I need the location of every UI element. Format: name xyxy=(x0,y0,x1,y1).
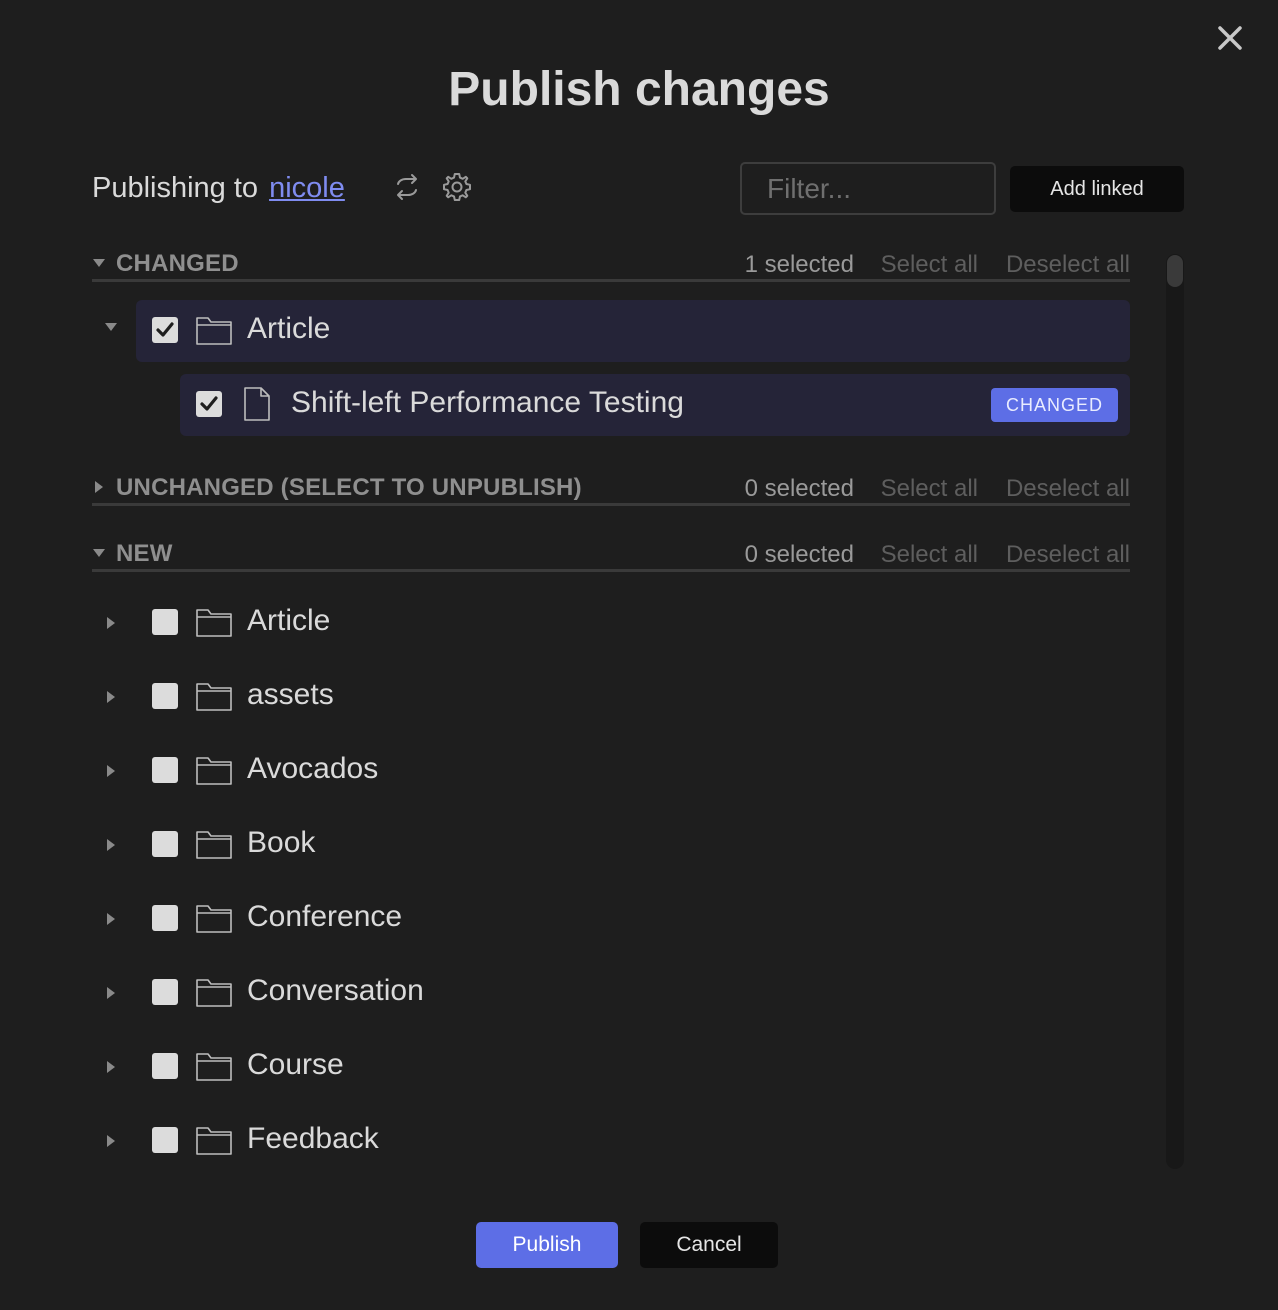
publishing-prefix: Publishing to xyxy=(92,171,259,204)
checkbox[interactable] xyxy=(152,609,178,635)
close-icon xyxy=(1218,26,1242,50)
item-label: Feedback xyxy=(247,1122,379,1155)
checkbox[interactable] xyxy=(152,757,178,783)
section-title: UNCHANGED (SELECT TO UNPUBLISH) xyxy=(116,474,582,501)
expand-triangle-icon[interactable] xyxy=(104,764,118,778)
select-all-link[interactable]: Select all xyxy=(881,475,978,503)
item-label: Article xyxy=(247,604,331,637)
folder-icon xyxy=(196,831,232,859)
checkbox[interactable] xyxy=(152,1053,178,1079)
selected-count: 1 selected xyxy=(744,251,854,278)
collapse-triangle-icon[interactable] xyxy=(92,256,106,270)
checkmark-icon xyxy=(156,322,174,337)
item-label: Avocados xyxy=(247,752,379,785)
select-all-link[interactable]: Select all xyxy=(881,541,978,569)
expand-triangle-icon[interactable] xyxy=(104,320,118,334)
swap-arrows-icon[interactable] xyxy=(392,173,422,201)
item-label: Conversation xyxy=(247,974,424,1007)
document-icon xyxy=(244,387,270,421)
publish-dialog: Publish changes Publishing to nicole Add… xyxy=(0,0,1278,1310)
filter-input[interactable] xyxy=(740,162,996,215)
item-label: Book xyxy=(247,826,316,859)
publish-button[interactable]: Publish xyxy=(476,1222,618,1268)
expand-triangle-icon[interactable] xyxy=(104,690,118,704)
dialog-title: Publish changes xyxy=(448,63,830,116)
tree-row[interactable]: Article xyxy=(107,592,1130,654)
gear-icon[interactable] xyxy=(441,171,473,203)
add-linked-button[interactable]: Add linked xyxy=(1010,166,1184,212)
folder-icon xyxy=(196,1053,232,1081)
folder-icon xyxy=(196,317,232,345)
close-button[interactable] xyxy=(1212,20,1248,56)
checkbox[interactable] xyxy=(152,831,178,857)
tree-row[interactable]: assets xyxy=(107,666,1130,728)
expand-triangle-icon[interactable] xyxy=(104,616,118,630)
checkbox[interactable] xyxy=(196,391,222,417)
publish-tree: CHANGED 1 selected Select all Deselect a… xyxy=(92,248,1132,1173)
tree-row[interactable]: Course xyxy=(107,1036,1130,1098)
scrollbar-thumb[interactable] xyxy=(1167,255,1183,287)
item-label: Conference xyxy=(247,900,403,933)
tree-row[interactable]: Avocados xyxy=(107,740,1130,802)
expand-triangle-icon[interactable] xyxy=(92,480,106,494)
cancel-button[interactable]: Cancel xyxy=(640,1222,778,1268)
expand-triangle-icon[interactable] xyxy=(104,1060,118,1074)
folder-icon xyxy=(196,757,232,785)
item-label: Shift-left Performance Testing xyxy=(291,386,684,419)
collapse-triangle-icon[interactable] xyxy=(92,546,106,560)
expand-triangle-icon[interactable] xyxy=(104,912,118,926)
checkbox[interactable] xyxy=(152,1127,178,1153)
checkbox[interactable] xyxy=(152,317,178,343)
tree-row[interactable]: Feedback xyxy=(107,1110,1130,1172)
expand-triangle-icon[interactable] xyxy=(104,986,118,1000)
folder-icon xyxy=(196,609,232,637)
deselect-all-link[interactable]: Deselect all xyxy=(1006,541,1130,569)
tree-row[interactable]: Conference xyxy=(107,888,1130,950)
item-label: Article xyxy=(247,312,331,345)
item-label: assets xyxy=(247,678,334,711)
scrollbar-track[interactable] xyxy=(1166,254,1184,1169)
folder-icon xyxy=(196,1127,232,1155)
checkbox[interactable] xyxy=(152,683,178,709)
checkbox[interactable] xyxy=(152,979,178,1005)
publish-target-link[interactable]: nicole xyxy=(269,172,345,205)
section-changed: CHANGED 1 selected Select all Deselect a… xyxy=(92,248,1130,282)
folder-icon xyxy=(196,979,232,1007)
section-unchanged: UNCHANGED (SELECT TO UNPUBLISH) 0 select… xyxy=(92,472,1130,506)
tree-row[interactable]: Conversation xyxy=(107,962,1130,1024)
status-badge: CHANGED xyxy=(990,388,1118,422)
publishing-to: Publishing to nicole xyxy=(92,170,345,206)
selected-count: 0 selected xyxy=(744,541,854,568)
folder-icon xyxy=(196,905,232,933)
checkbox[interactable] xyxy=(152,905,178,931)
folder-icon xyxy=(196,683,232,711)
section-new: NEW 0 selected Select all Deselect all xyxy=(92,538,1130,572)
deselect-all-link[interactable]: Deselect all xyxy=(1006,251,1130,279)
expand-triangle-icon[interactable] xyxy=(104,838,118,852)
checkmark-icon xyxy=(200,396,218,411)
tree-row-changed-file[interactable]: Shift-left Performance Testing CHANGED xyxy=(180,374,1130,436)
expand-triangle-icon[interactable] xyxy=(104,1134,118,1148)
item-label: Course xyxy=(247,1048,344,1081)
selected-count: 0 selected xyxy=(744,475,854,502)
tree-row[interactable]: Book xyxy=(107,814,1130,876)
section-title: NEW xyxy=(116,540,173,567)
deselect-all-link[interactable]: Deselect all xyxy=(1006,475,1130,503)
tree-row-changed-article[interactable]: Article xyxy=(105,300,1130,362)
section-title: CHANGED xyxy=(116,250,239,277)
select-all-link[interactable]: Select all xyxy=(881,251,978,279)
